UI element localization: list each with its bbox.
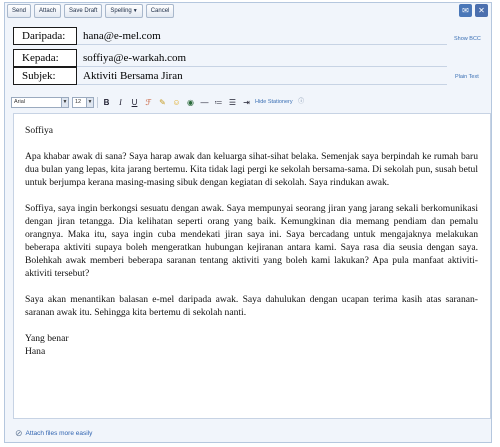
horizontal-rule-icon[interactable]: — (199, 97, 210, 108)
greeting: Soffiya (25, 125, 54, 136)
attach-button[interactable]: Attach (34, 4, 62, 18)
window-icons: ✉ ✕ (459, 4, 488, 17)
to-field[interactable]: soffiya@e-warkah.com (77, 49, 447, 67)
compose-toolbar: Send Attach Save Draft Spelling▼ Cancel (7, 4, 175, 20)
send-button[interactable]: Send (7, 4, 32, 18)
numbered-list-icon[interactable]: ≔ (213, 97, 224, 108)
size-select-value: 12 (75, 98, 82, 105)
paragraph-2: Soffiya, saya ingin berkongsi sesuatu de… (25, 203, 478, 279)
font-select-value: Arial (14, 98, 26, 105)
paperclip-icon: ⊘ (15, 428, 23, 438)
chevron-down-icon: ▼ (86, 97, 93, 107)
attach-files-link[interactable]: ⊘ Attach files more easily (15, 428, 92, 439)
chevron-down-icon: ▼ (132, 8, 138, 14)
format-toolbar: Arial ▼ 12 ▼ B I U ℱ ✎ ☺ ◉ — ≔ ☰ ⇥ Hide … (11, 94, 307, 110)
cancel-button[interactable]: Cancel (145, 4, 175, 18)
highlight-icon[interactable]: ✎ (157, 97, 168, 108)
hide-stationery-link[interactable]: Hide Stationery (255, 99, 293, 105)
divider (97, 96, 98, 108)
save-draft-button[interactable]: Save Draft (64, 4, 103, 18)
closing: Yang benar (25, 333, 69, 344)
message-body[interactable]: Soffiya Apa khabar awak di sana? Saya ha… (13, 113, 491, 419)
spelling-button[interactable]: Spelling▼ (105, 4, 143, 18)
to-label: Kepada: (13, 49, 77, 67)
subject-label: Subjek: (13, 67, 77, 85)
spelling-label: Spelling (110, 8, 132, 14)
size-select[interactable]: 12 ▼ (72, 96, 94, 108)
plain-text-link[interactable]: Plain Text (455, 74, 479, 80)
to-row: Kepada: soffiya@e-warkah.com (13, 49, 447, 67)
envelope-icon[interactable]: ✉ (459, 4, 472, 17)
chevron-down-icon: ▼ (61, 97, 68, 107)
bold-icon[interactable]: B (101, 97, 112, 108)
show-bcc-link[interactable]: Show BCC (454, 36, 481, 42)
subject-field[interactable]: Aktiviti Bersama Jiran (77, 67, 447, 85)
indent-icon[interactable]: ⇥ (241, 97, 252, 108)
italic-icon[interactable]: I (115, 97, 126, 108)
from-field[interactable]: hana@e-mel.com (77, 27, 447, 45)
help-icon[interactable]: ⓘ (296, 97, 307, 108)
emoticon-icon[interactable]: ☺ (171, 97, 182, 108)
text-color-icon[interactable]: ℱ (143, 97, 154, 108)
compose-window: Send Attach Save Draft Spelling▼ Cancel … (4, 2, 492, 443)
signature: Hana (25, 346, 46, 357)
from-row: Daripada: hana@e-mel.com (13, 27, 447, 45)
paragraph-1: Apa khabar awak di sana? Saya harap awak… (25, 151, 478, 188)
attach-files-label: Attach files more easily (25, 430, 93, 437)
underline-icon[interactable]: U (129, 97, 140, 108)
subject-row: Subjek: Aktiviti Bersama Jiran (13, 67, 447, 85)
font-select[interactable]: Arial ▼ (11, 96, 69, 108)
from-label: Daripada: (13, 27, 77, 45)
paragraph-3: Saya akan menantikan balasan e-mel darip… (25, 294, 478, 318)
bullet-list-icon[interactable]: ☰ (227, 97, 238, 108)
link-icon[interactable]: ◉ (185, 97, 196, 108)
close-icon[interactable]: ✕ (475, 4, 488, 17)
